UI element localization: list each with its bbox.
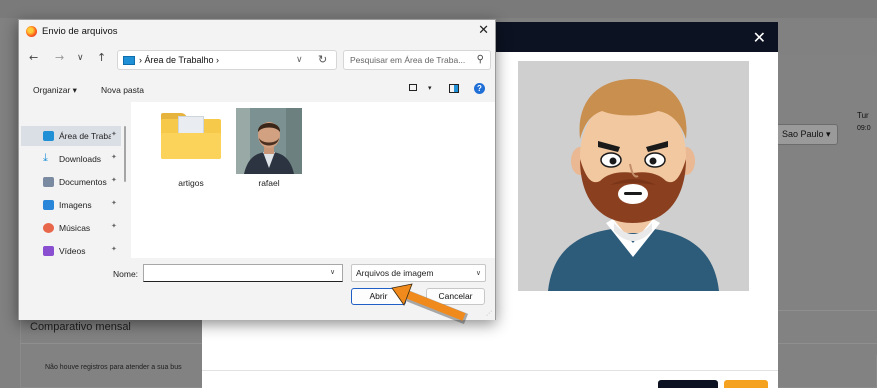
file-list: artigos rafael — [131, 102, 495, 258]
address-bar[interactable]: › Área de Trabalho › ∨ ↻ — [117, 50, 337, 70]
recent-locations-icon[interactable]: ∨ — [77, 53, 84, 63]
search-box[interactable]: Pesquisar em Área de Traba... ⚲ — [343, 50, 491, 70]
sidebar-item-desktop[interactable]: Área de Traba ✦ — [21, 126, 121, 146]
download-icon: ⤓ — [43, 151, 48, 164]
dialog-title: Envio de arquivos — [42, 26, 118, 37]
file-name-input[interactable] — [143, 264, 343, 282]
back-arrow-icon[interactable]: ← — [29, 51, 38, 64]
command-bar: Organizar ▾ Nova pasta ▾ ? — [19, 80, 495, 102]
file-open-dialog: Envio de arquivos ✕ ← → ∨ ↑ › Área de Tr… — [18, 19, 496, 320]
dialog-close-button[interactable]: ✕ — [478, 23, 489, 38]
avatar-illustration — [518, 61, 749, 291]
help-icon[interactable]: ? — [474, 83, 485, 94]
search-icon: ⚲ — [476, 54, 484, 65]
preview-pane-icon[interactable] — [449, 84, 459, 93]
search-input[interactable]: Pesquisar em Área de Traba... — [350, 55, 465, 65]
sidebar-scrollbar[interactable] — [124, 126, 126, 182]
chevron-down-icon[interactable]: ∨ — [330, 268, 335, 276]
images-icon — [43, 200, 54, 210]
file-type-select[interactable]: Arquivos de imagem ∨ — [351, 264, 486, 282]
documents-icon — [43, 177, 54, 187]
navigation-pane: Área de Traba ✦ ⤓ Downloads ✦ Documentos… — [19, 104, 126, 258]
sidebar-item-label: Músicas — [59, 223, 91, 233]
modal-close-button[interactable]: ✕ — [753, 28, 766, 47]
modal-primary-button[interactable] — [724, 380, 768, 388]
chevron-down-icon[interactable]: ▾ — [428, 84, 432, 92]
pin-icon: ✦ — [111, 153, 117, 161]
firefox-icon — [26, 26, 37, 37]
sidebar-item-documents[interactable]: Documentos ✦ — [21, 172, 121, 192]
dialog-titlebar: Envio de arquivos ✕ — [19, 20, 495, 44]
file-name: rafael — [258, 178, 280, 188]
avatar-svg — [518, 61, 749, 291]
new-folder-button[interactable]: Nova pasta — [101, 85, 144, 95]
turno-label: Tur — [857, 111, 869, 120]
city-select[interactable]: Sao Paulo ▾ — [776, 124, 838, 145]
cancel-button[interactable]: Cancelar — [426, 288, 485, 305]
view-mode-icon[interactable] — [409, 84, 417, 91]
chevron-down-icon: ∨ — [475, 270, 481, 277]
top-strip — [0, 0, 877, 18]
sidebar-item-downloads[interactable]: ⤓ Downloads ✦ — [21, 149, 121, 169]
empty-message: Não houve registros para atender a sua b… — [45, 364, 182, 371]
organize-menu[interactable]: Organizar ▾ — [33, 85, 77, 96]
desktop-icon — [43, 131, 54, 141]
sidebar-item-label: Área de Traba — [59, 131, 111, 141]
pin-icon: ✦ — [111, 245, 117, 253]
time-value: 09:0 — [857, 125, 871, 132]
resize-grip-icon[interactable]: ⋰ — [486, 310, 492, 317]
desktop-icon — [123, 56, 135, 65]
up-arrow-icon[interactable]: ↑ — [97, 51, 106, 64]
forward-arrow-icon[interactable]: → — [55, 51, 64, 64]
music-icon — [43, 223, 54, 233]
sidebar-item-label: Imagens — [59, 200, 92, 210]
pin-icon: ✦ — [111, 199, 117, 207]
file-item-image[interactable]: rafael — [232, 108, 306, 188]
section-title: Comparativo mensal — [30, 321, 131, 333]
photo-thumbnail — [236, 108, 302, 174]
modal-footer-divider — [202, 370, 778, 371]
file-item-folder[interactable]: artigos — [154, 108, 228, 188]
pin-icon: ✦ — [111, 176, 117, 184]
pin-icon: ✦ — [111, 222, 117, 230]
dialog-footer: Nome: ∨ Arquivos de imagem ∨ Abrir Cance… — [19, 258, 495, 320]
refresh-icon[interactable]: ↻ — [318, 53, 327, 66]
sidebar-item-images[interactable]: Imagens ✦ — [21, 195, 121, 215]
videos-icon — [43, 246, 54, 256]
navigation-bar: ← → ∨ ↑ › Área de Trabalho › ∨ ↻ Pesquis… — [19, 47, 495, 73]
pin-icon: ✦ — [111, 130, 117, 138]
sidebar-item-label: Vídeos — [59, 246, 86, 256]
sidebar-item-label: Documentos — [59, 177, 107, 187]
folder-icon — [161, 113, 221, 160]
address-path[interactable]: › Área de Trabalho › — [139, 55, 219, 65]
chevron-down-icon[interactable]: ∨ — [296, 54, 303, 65]
sidebar-item-label: Downloads — [59, 154, 102, 164]
open-button[interactable]: Abrir — [351, 288, 406, 305]
file-name-label: Nome: — [113, 269, 139, 279]
sidebar-item-music[interactable]: Músicas ✦ — [21, 218, 121, 238]
file-type-value: Arquivos de imagem — [356, 268, 434, 278]
modal-secondary-button[interactable] — [658, 380, 718, 388]
file-name: artigos — [178, 178, 204, 188]
